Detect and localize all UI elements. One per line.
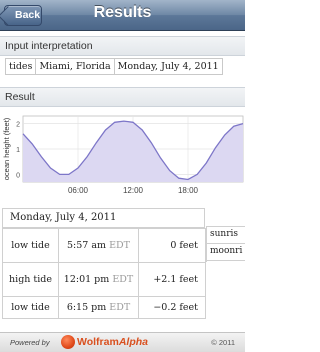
interp-token-query: tides: [6, 59, 37, 74]
tide-type: low tide: [2, 228, 59, 263]
sun-moon-table-partial: sunris moonri: [206, 226, 245, 262]
y-tick-label: 0: [16, 172, 20, 179]
tide-height: +2.1 feet: [138, 262, 206, 297]
table-row: low tide 6:15 pm EDT −0.2 feet: [2, 296, 206, 319]
x-tick-label: 18:00: [178, 186, 199, 195]
tide-table: low tide 5:57 am EDT 0 feet high tide 12…: [2, 228, 206, 319]
tide-timezone: EDT: [109, 240, 130, 251]
sunrise-label: sunris: [207, 227, 245, 244]
powered-by-text: Powered by: [10, 338, 50, 347]
tide-time-cell: 5:57 am EDT: [58, 228, 139, 263]
tide-time-cell: 12:01 pm EDT: [58, 262, 139, 297]
interp-token-date: Monday, July 4, 2011: [117, 61, 219, 72]
tide-table-container: Monday, July 4, 2011 low tide 5:57 am ED…: [0, 206, 245, 329]
x-tick-label: 06:00: [68, 186, 89, 195]
input-interpretation-header: Input interpretation: [0, 36, 245, 56]
interp-token-location: Miami, Florida: [36, 59, 115, 74]
tide-chart: 2 1 0 06:00 12:00 18:00 ocean height (feet): [2, 115, 244, 195]
tide-timezone: EDT: [112, 274, 134, 285]
wolfram-alpha-brand: WolframAlpha: [77, 336, 148, 348]
brand-main: Wolfram: [77, 336, 119, 348]
tide-time: 5:57 am: [67, 240, 107, 251]
y-axis-label: ocean height (feet): [2, 117, 11, 180]
wolfram-alpha-logo-icon: [61, 335, 75, 349]
tide-type: low tide: [2, 296, 59, 319]
tide-time-cell: 6:15 pm EDT: [58, 296, 139, 319]
brand-accent: Alpha: [118, 336, 148, 348]
tide-date: Monday, July 4, 2011: [2, 208, 205, 228]
table-row: high tide 12:01 pm EDT +2.1 feet: [2, 262, 206, 297]
table-row: low tide 5:57 am EDT 0 feet: [2, 228, 206, 263]
tide-timezone: EDT: [109, 302, 131, 313]
tide-type: high tide: [2, 262, 59, 297]
y-tick-label: 2: [16, 122, 20, 129]
footer-bar: Powered by WolframAlpha © 2011: [0, 332, 245, 352]
tide-time: 12:01 pm: [63, 274, 110, 285]
tide-time: 6:15 pm: [66, 302, 107, 313]
navigation-bar: Back Results: [0, 0, 245, 31]
result-header: Result: [0, 87, 245, 107]
tide-height: −0.2 feet: [138, 296, 206, 319]
moonrise-label: moonri: [207, 244, 245, 261]
input-interpretation-pod: tides Miami, Florida Monday, July 4, 201…: [5, 58, 223, 75]
copyright-text: © 2011: [211, 338, 235, 347]
x-tick-label: 12:00: [123, 186, 144, 195]
page-title: Results: [93, 4, 152, 21]
tide-height: 0 feet: [138, 228, 206, 263]
y-tick-label: 1: [16, 147, 20, 154]
